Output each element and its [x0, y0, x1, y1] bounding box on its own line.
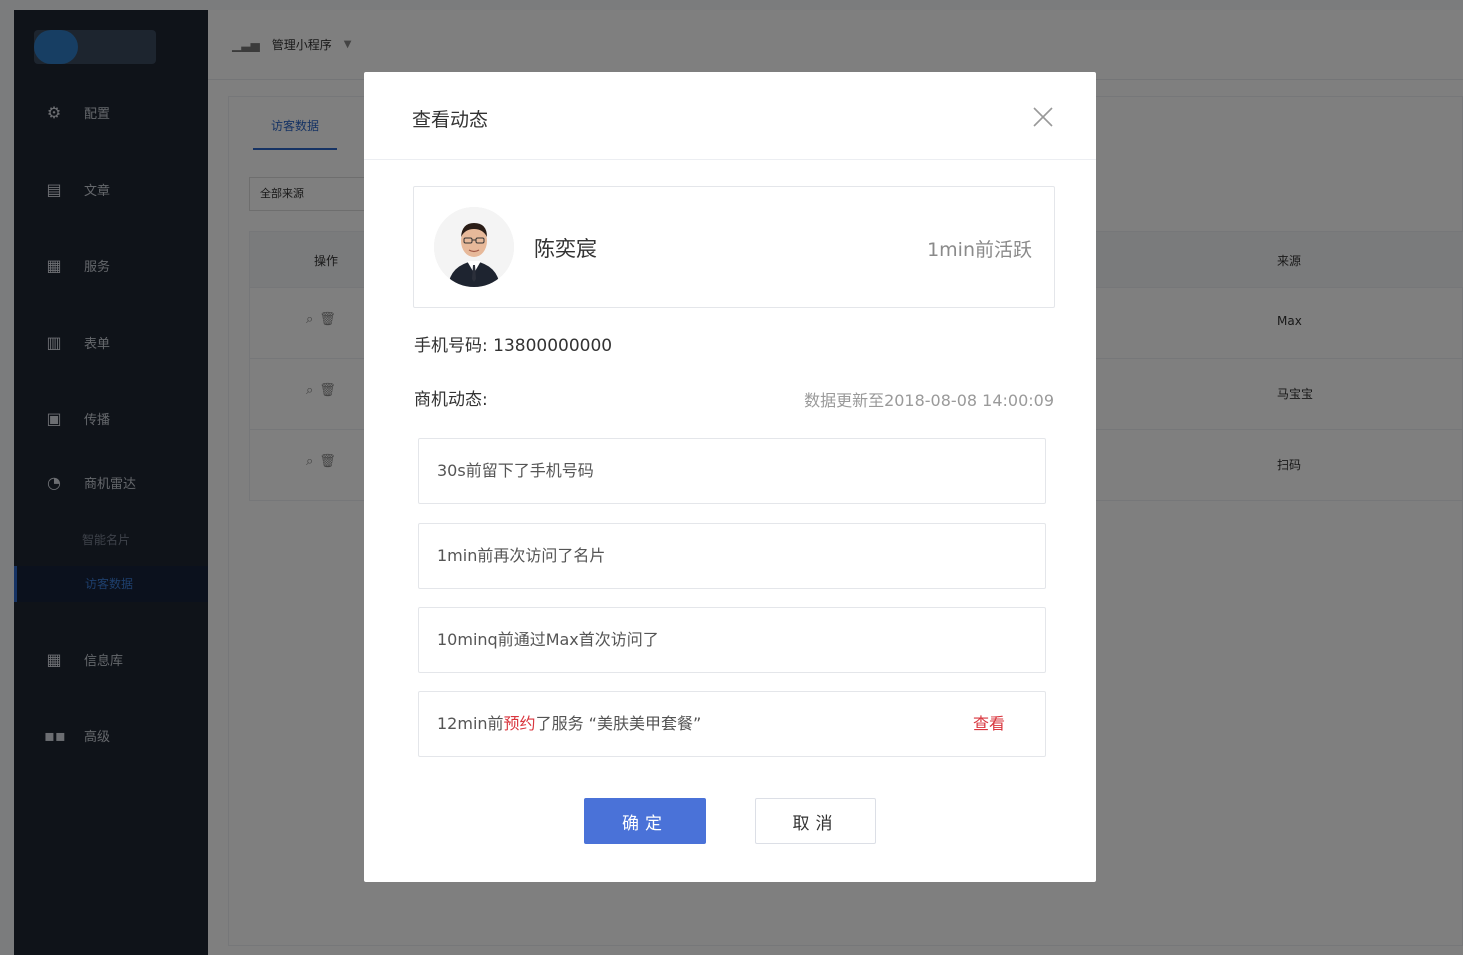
active-status: 1min前活跃	[927, 239, 1032, 261]
activity-text: 10minq前通过Max首次访问了	[437, 630, 659, 649]
activity-text: 1min前再次访问了名片	[437, 546, 606, 565]
profile-name: 陈奕宸	[534, 237, 597, 261]
activity-highlight: 预约	[503, 714, 536, 733]
confirm-button[interactable]: 确定	[584, 798, 706, 844]
activity-label: 商机动态:	[414, 390, 488, 410]
phone-value: 13800000000	[493, 336, 613, 356]
activity-text-suffix: 了服务 “美肤美甲套餐”	[535, 714, 702, 733]
dialog-header: 查看动态	[364, 72, 1096, 160]
close-icon[interactable]	[1028, 102, 1058, 132]
activity-item: 12min前预约了服务 “美肤美甲套餐” 查看	[418, 691, 1046, 757]
dialog-title: 查看动态	[412, 109, 489, 131]
cancel-button[interactable]: 取消	[755, 798, 876, 844]
view-link[interactable]: 查看	[973, 692, 1005, 756]
activity-item: 30s前留下了手机号码	[418, 438, 1046, 504]
activity-item: 1min前再次访问了名片	[418, 523, 1046, 589]
activity-item: 10minq前通过Max首次访问了	[418, 607, 1046, 673]
data-updated-time: 数据更新至2018-08-08 14:00:09	[804, 391, 1054, 410]
activity-text: 30s前留下了手机号码	[437, 461, 594, 480]
activity-text-prefix: 12min前	[437, 714, 504, 733]
profile-card: 陈奕宸 1min前活跃	[413, 186, 1055, 308]
phone-row: 手机号码: 13800000000	[414, 331, 612, 356]
phone-label: 手机号码:	[414, 336, 488, 356]
activity-dialog: 查看动态 陈奕宸 1min前活跃 手机号码: 13800000000 商机动态:…	[364, 72, 1096, 882]
avatar	[434, 207, 514, 287]
